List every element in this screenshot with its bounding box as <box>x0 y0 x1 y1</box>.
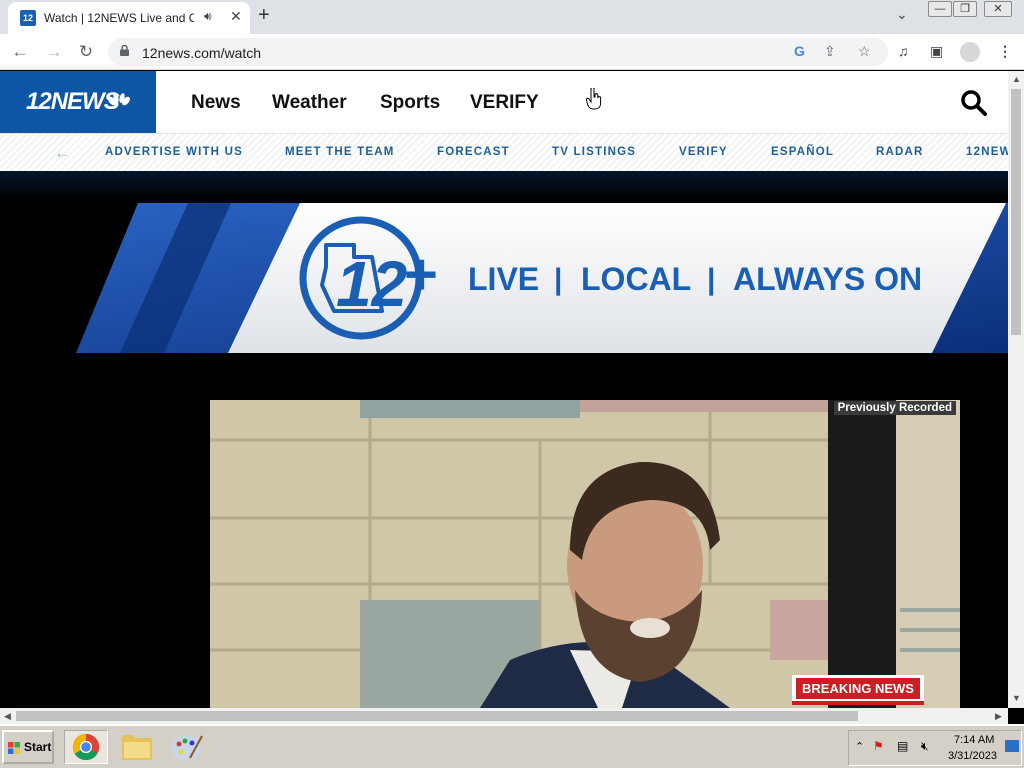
previously-recorded-badge: Previously Recorded <box>833 401 956 415</box>
slogan-local: LOCAL <box>581 261 691 297</box>
restore-button[interactable]: ❐ <box>953 1 977 17</box>
back-arrow-icon[interactable]: ← <box>8 40 32 64</box>
share-icon[interactable]: ⇪ <box>824 43 836 60</box>
subnav-forecast[interactable]: FORECAST <box>437 146 510 158</box>
hero-top-gradient <box>0 171 1008 201</box>
slogan-separator-2: | <box>707 263 715 296</box>
show-desktop-icon[interactable] <box>1005 740 1019 752</box>
slogan-always-on: ALWAYS ON <box>733 261 922 297</box>
nbc-peacock-icon <box>108 93 130 106</box>
hero-section: 12 + LIVE | LOCAL | ALWAYS ON Previously… <box>0 171 1008 708</box>
browser-toolbar: ← → ↻ 12news.com/watch G ⇪ ☆ ♫ ▣ ⋮ <box>0 34 1024 70</box>
close-window-button[interactable]: ✕ <box>984 1 1012 17</box>
horizontal-scroll-thumb[interactable] <box>16 711 858 721</box>
clock-time: 7:14 AM <box>954 734 995 746</box>
new-tab-button[interactable]: + <box>258 4 270 27</box>
tab-title: Watch | 12NEWS Live and On-D <box>44 11 194 25</box>
vertical-scroll-thumb[interactable] <box>1011 89 1021 335</box>
horizontal-scrollbar[interactable]: ◀ ▶ <box>0 708 1008 724</box>
nav-sports[interactable]: Sports <box>380 92 440 114</box>
google-lens-icon[interactable]: G <box>794 43 805 59</box>
nav-news[interactable]: News <box>191 92 241 114</box>
search-icon[interactable] <box>960 89 988 117</box>
vertical-scrollbar[interactable]: ▲ ▼ <box>1008 71 1024 708</box>
nav-weather[interactable]: Weather <box>272 92 347 114</box>
video-player[interactable]: Previously Recorded BREAKING NEWS <box>210 400 960 708</box>
logo-text: 12NEWS <box>26 88 120 115</box>
tray-expand-icon[interactable]: ⌃ <box>855 740 864 753</box>
video-frame <box>210 400 960 708</box>
speaker-icon[interactable]: 🔊︎ <box>204 9 212 24</box>
profile-avatar-icon[interactable] <box>960 42 980 62</box>
site-favicon-icon: 12 <box>20 10 36 26</box>
clock-date: 3/31/2023 <box>948 750 997 762</box>
slogan-separator-1: | <box>554 263 562 296</box>
browser-tab[interactable]: 12 Watch | 12NEWS Live and On-D 🔊︎ ✕ <box>8 2 250 34</box>
scroll-up-arrow-icon[interactable]: ▲ <box>1012 74 1021 84</box>
subnav-tv-listings[interactable]: TV LISTINGS <box>552 146 636 158</box>
badge-number: 12 <box>336 248 407 320</box>
scroll-down-arrow-icon[interactable]: ▼ <box>1012 693 1021 703</box>
os-taskbar: Start ⌃ ⚑ ▤ 🔇︎ 7:14 AM 3/31/2023 <box>0 724 1024 768</box>
twelve-plus-banner: 12 + LIVE | LOCAL | ALWAYS ON <box>76 203 1008 353</box>
close-tab-icon[interactable]: ✕ <box>230 8 242 25</box>
tab-search-chevron-icon[interactable]: ⌄ <box>896 6 908 23</box>
url-text[interactable]: 12news.com/watch <box>142 45 261 61</box>
network-icon[interactable]: ▤ <box>897 739 908 753</box>
chrome-taskbar-icon[interactable] <box>64 730 108 764</box>
volume-muted-icon[interactable]: 🔇︎ <box>921 739 929 754</box>
network-warning-icon[interactable]: ⚑ <box>873 739 884 753</box>
subnav-12news[interactable]: 12NEW <box>966 146 1008 158</box>
breaking-news-label: BREAKING NEWS <box>796 678 920 699</box>
badge-plus: + <box>404 242 438 307</box>
start-label: Start <box>24 740 52 754</box>
hand-cursor-icon <box>586 88 602 110</box>
scroll-right-arrow-icon[interactable]: ▶ <box>995 711 1002 722</box>
forward-arrow-icon[interactable]: → <box>42 40 66 64</box>
subnav-espanol[interactable]: ESPAÑOL <box>771 146 834 158</box>
nav-verify[interactable]: VERIFY <box>470 92 539 114</box>
slogan-live: LIVE <box>468 261 539 297</box>
subnav-meet-the-team[interactable]: MEET THE TEAM <box>285 146 395 158</box>
reload-icon[interactable]: ↻ <box>74 40 98 64</box>
site-logo[interactable]: 12NEWS <box>0 71 156 133</box>
secondary-nav: ← ADVERTISE WITH US MEET THE TEAM FORECA… <box>0 133 1008 171</box>
subnav-verify[interactable]: VERIFY <box>679 146 728 158</box>
page-viewport: 12NEWS News Weather Sports VERIFY ← ADVE… <box>0 71 1008 708</box>
scroll-left-arrow-icon[interactable]: ← <box>54 143 71 163</box>
subnav-radar[interactable]: RADAR <box>876 146 924 158</box>
menu-kebab-icon[interactable]: ⋮ <box>998 43 1012 60</box>
bookmark-star-icon[interactable]: ☆ <box>858 43 871 60</box>
media-control-icon[interactable]: ♫ <box>898 43 909 59</box>
lock-icon <box>120 45 129 56</box>
windows-flag-icon <box>8 742 20 754</box>
scroll-left-arrow-icon[interactable]: ◀ <box>4 711 11 722</box>
start-button[interactable]: Start <box>2 730 54 764</box>
site-header: 12NEWS News Weather Sports VERIFY <box>0 71 1008 133</box>
breaking-news-banner: BREAKING NEWS <box>792 675 924 705</box>
address-bar[interactable]: 12news.com/watch G ⇪ ☆ <box>108 38 888 66</box>
file-explorer-icon[interactable] <box>114 730 158 764</box>
paint-palette-icon[interactable] <box>164 730 208 764</box>
side-panel-icon[interactable]: ▣ <box>930 43 943 60</box>
browser-tab-strip: 12 Watch | 12NEWS Live and On-D 🔊︎ ✕ + ⌄… <box>0 0 1024 34</box>
minimize-button[interactable]: — <box>928 1 952 17</box>
subnav-advertise[interactable]: ADVERTISE WITH US <box>105 146 243 158</box>
